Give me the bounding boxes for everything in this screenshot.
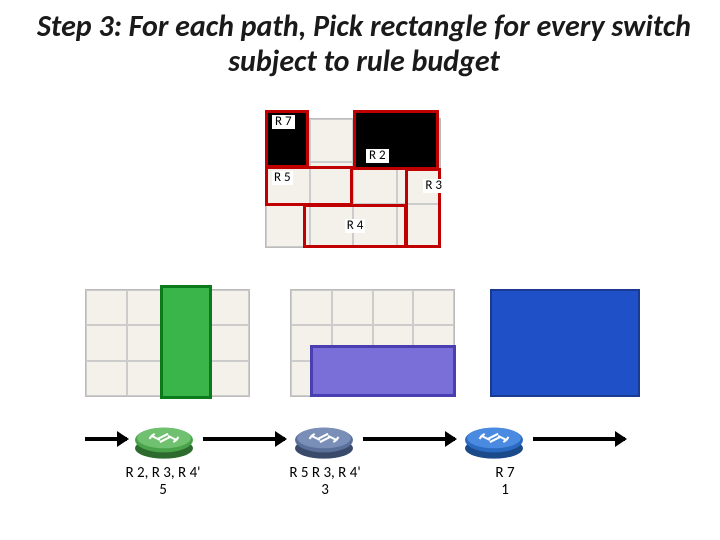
arrow-4 <box>533 437 625 441</box>
switch-1-rules: R 2, R 3, R 4' <box>103 465 223 482</box>
switch-2 <box>293 419 355 461</box>
rule-space-grid: R 7 R 2 R 5 R 3 R 4 <box>265 118 441 248</box>
rect-r3-label: R 3 <box>423 179 444 193</box>
switch-3-rules: R 7 <box>445 465 565 482</box>
rect-r3: R 3 <box>405 168 441 248</box>
rect-r4-label: R 4 <box>345 219 366 233</box>
slide-title: Step 3: For each path, Pick rectangle fo… <box>18 10 710 79</box>
rect-r7: R 7 <box>265 110 309 168</box>
switch-3-label: R 7 1 <box>445 465 565 500</box>
rect-r4: R 4 <box>303 204 407 248</box>
rect-r7-label: R 7 <box>272 115 295 129</box>
switch-1-count: 5 <box>103 482 223 499</box>
panel-3-solid <box>490 289 640 397</box>
switch-2-count: 3 <box>265 482 385 499</box>
arrow-2 <box>203 437 285 441</box>
switch-3-count: 1 <box>445 482 565 499</box>
panel-1-overlay <box>160 285 212 399</box>
switch-3 <box>463 419 525 461</box>
panel-2-overlay <box>310 345 456 397</box>
switch-2-rules: R 5 R 3, R 4' <box>265 465 385 482</box>
panel-3 <box>490 289 640 397</box>
rect-r2: R 2 <box>353 110 439 170</box>
rect-r5: R 5 <box>265 166 353 206</box>
panel-2 <box>290 289 455 397</box>
switch-1-label: R 2, R 3, R 4' 5 <box>103 465 223 500</box>
switch-2-label: R 5 R 3, R 4' 3 <box>265 465 385 500</box>
panel-1 <box>85 289 250 397</box>
switch-panels <box>85 289 645 409</box>
arrow-3 <box>363 437 455 441</box>
arrow-1 <box>85 437 127 441</box>
rect-r5-label: R 5 <box>272 171 293 185</box>
rect-r2-label: R 2 <box>366 149 389 163</box>
switch-1 <box>133 419 195 461</box>
